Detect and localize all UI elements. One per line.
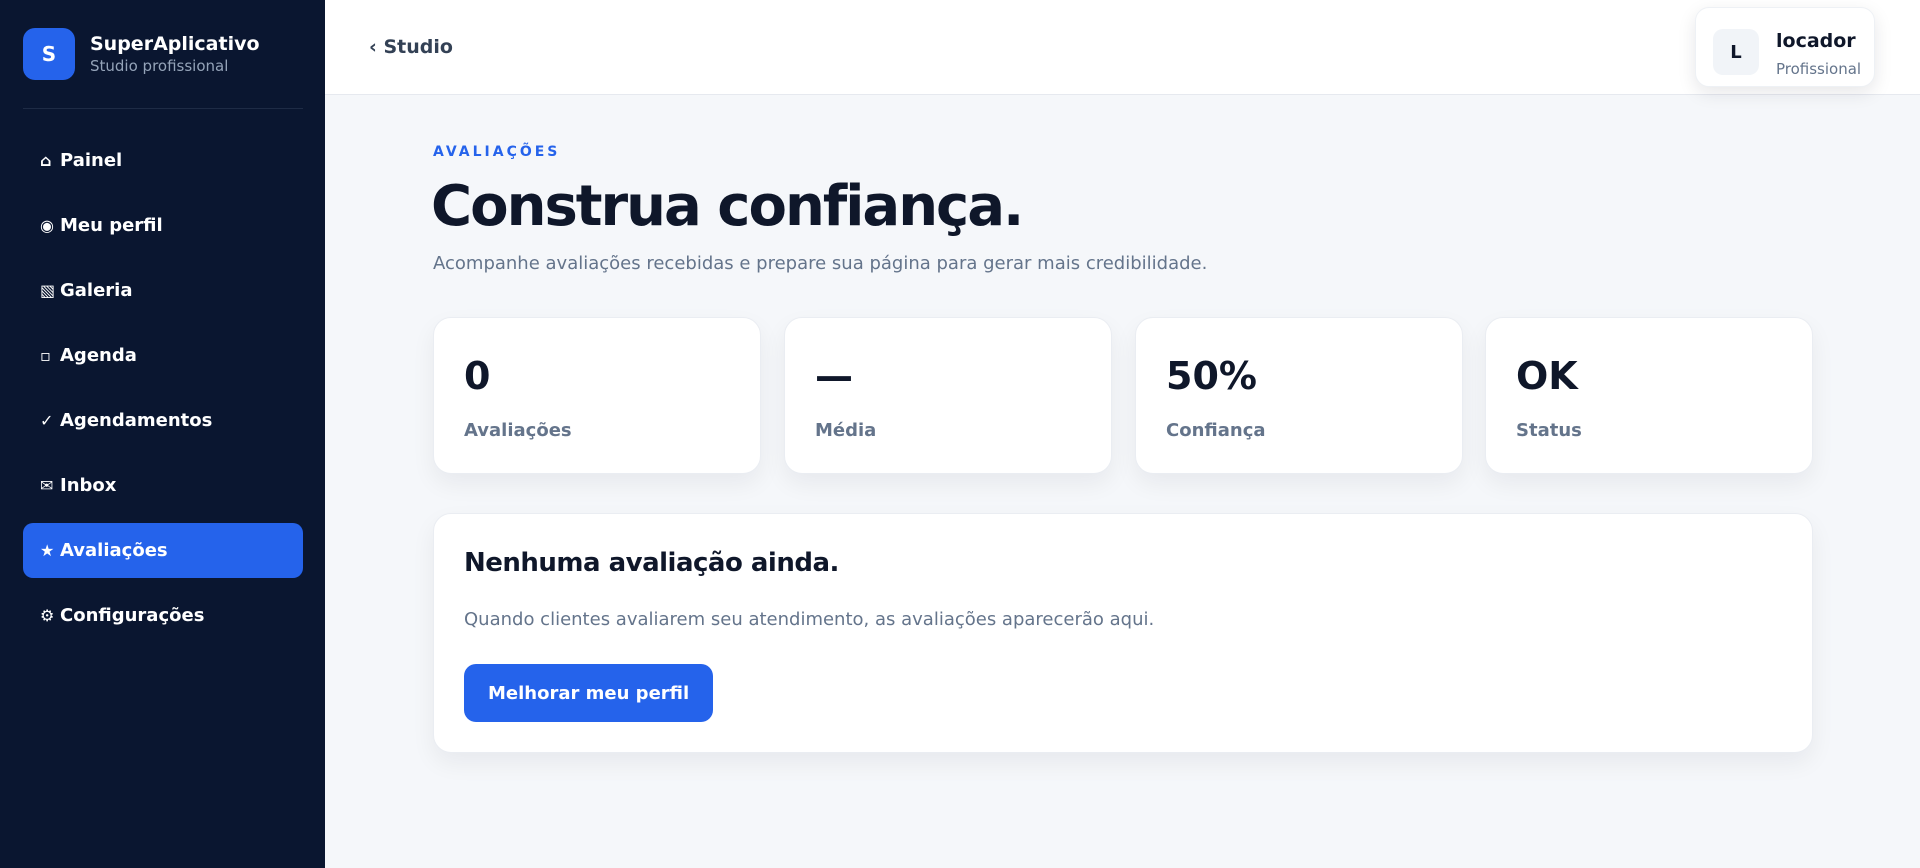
stat-value: OK — [1516, 354, 1578, 398]
stat-value: — — [815, 354, 853, 398]
stat-card-status: OK Status — [1485, 317, 1813, 474]
gear-icon: ⚙ — [40, 606, 55, 625]
mail-icon: ✉ — [40, 476, 54, 495]
sidebar-item-label: Avaliações — [60, 540, 168, 561]
sidebar-item-agendamentos[interactable]: ✓ Agendamentos — [23, 393, 303, 448]
empty-state-card: Nenhuma avaliação ainda. Quando clientes… — [433, 513, 1813, 753]
improve-profile-button[interactable]: Melhorar meu perfil — [464, 664, 714, 722]
sidebar-item-inbox[interactable]: ✉ Inbox — [23, 458, 303, 513]
avatar: L — [1713, 29, 1759, 75]
sidebar-item-avaliacoes[interactable]: ★ Avaliações — [23, 523, 303, 578]
stat-card-confianca: 50% Confiança — [1135, 317, 1463, 474]
sidebar-item-label: Inbox — [60, 475, 117, 496]
stat-value: 0 — [464, 354, 491, 398]
sidebar: S SuperAplicativo Studio profissional ⌂ … — [0, 0, 325, 868]
stat-card-media: — Média — [784, 317, 1112, 474]
brand-subtitle: Studio profissional — [90, 57, 229, 75]
sidebar-item-label: Painel — [60, 150, 123, 171]
page-subtitle: Acompanhe avaliações recebidas e prepare… — [433, 253, 1208, 274]
stat-value: 50% — [1166, 354, 1257, 398]
user-role: Profissional — [1776, 60, 1862, 78]
stat-label: Avaliações — [464, 420, 572, 441]
user-menu[interactable]: L locador Profissional — [1695, 7, 1875, 87]
page-title: Construa confiança. — [431, 174, 1024, 239]
sidebar-divider — [23, 108, 303, 109]
sidebar-item-label: Configurações — [60, 605, 205, 626]
brand[interactable]: S SuperAplicativo Studio profissional — [23, 28, 260, 80]
home-icon: ⌂ — [40, 151, 52, 170]
top-header: ‹ Studio L locador Profissional — [325, 0, 1920, 95]
profile-icon: ◉ — [40, 216, 54, 235]
sidebar-nav: ⌂ Painel ◉ Meu perfil ▧ Galeria ▫ Agenda… — [23, 133, 303, 653]
check-icon: ✓ — [40, 411, 54, 430]
brand-name: SuperAplicativo — [90, 33, 260, 55]
calendar-icon: ▫ — [40, 346, 51, 365]
section-eyebrow: AVALIAÇÕES — [433, 144, 561, 160]
sidebar-item-label: Agendamentos — [60, 410, 213, 431]
stat-label: Confiança — [1166, 420, 1266, 441]
stat-card-avaliacoes: 0 Avaliações — [433, 317, 761, 474]
user-name: locador — [1776, 30, 1856, 52]
gallery-icon: ▧ — [40, 281, 56, 300]
sidebar-item-agenda[interactable]: ▫ Agenda — [23, 328, 303, 383]
back-link[interactable]: ‹ Studio — [369, 36, 453, 58]
stat-label: Status — [1516, 420, 1582, 441]
sidebar-item-galeria[interactable]: ▧ Galeria — [23, 263, 303, 318]
brand-logo: S — [23, 28, 75, 80]
empty-state-title: Nenhuma avaliação ainda. — [464, 548, 839, 578]
sidebar-item-label: Meu perfil — [60, 215, 163, 236]
empty-state-text: Quando clientes avaliarem seu atendiment… — [464, 609, 1155, 630]
sidebar-item-painel[interactable]: ⌂ Painel — [23, 133, 303, 188]
sidebar-item-label: Galeria — [60, 280, 133, 301]
sidebar-item-label: Agenda — [60, 345, 137, 366]
stat-label: Média — [815, 420, 877, 441]
star-icon: ★ — [40, 541, 55, 560]
sidebar-item-configuracoes[interactable]: ⚙ Configurações — [23, 588, 303, 643]
sidebar-item-meu-perfil[interactable]: ◉ Meu perfil — [23, 198, 303, 253]
